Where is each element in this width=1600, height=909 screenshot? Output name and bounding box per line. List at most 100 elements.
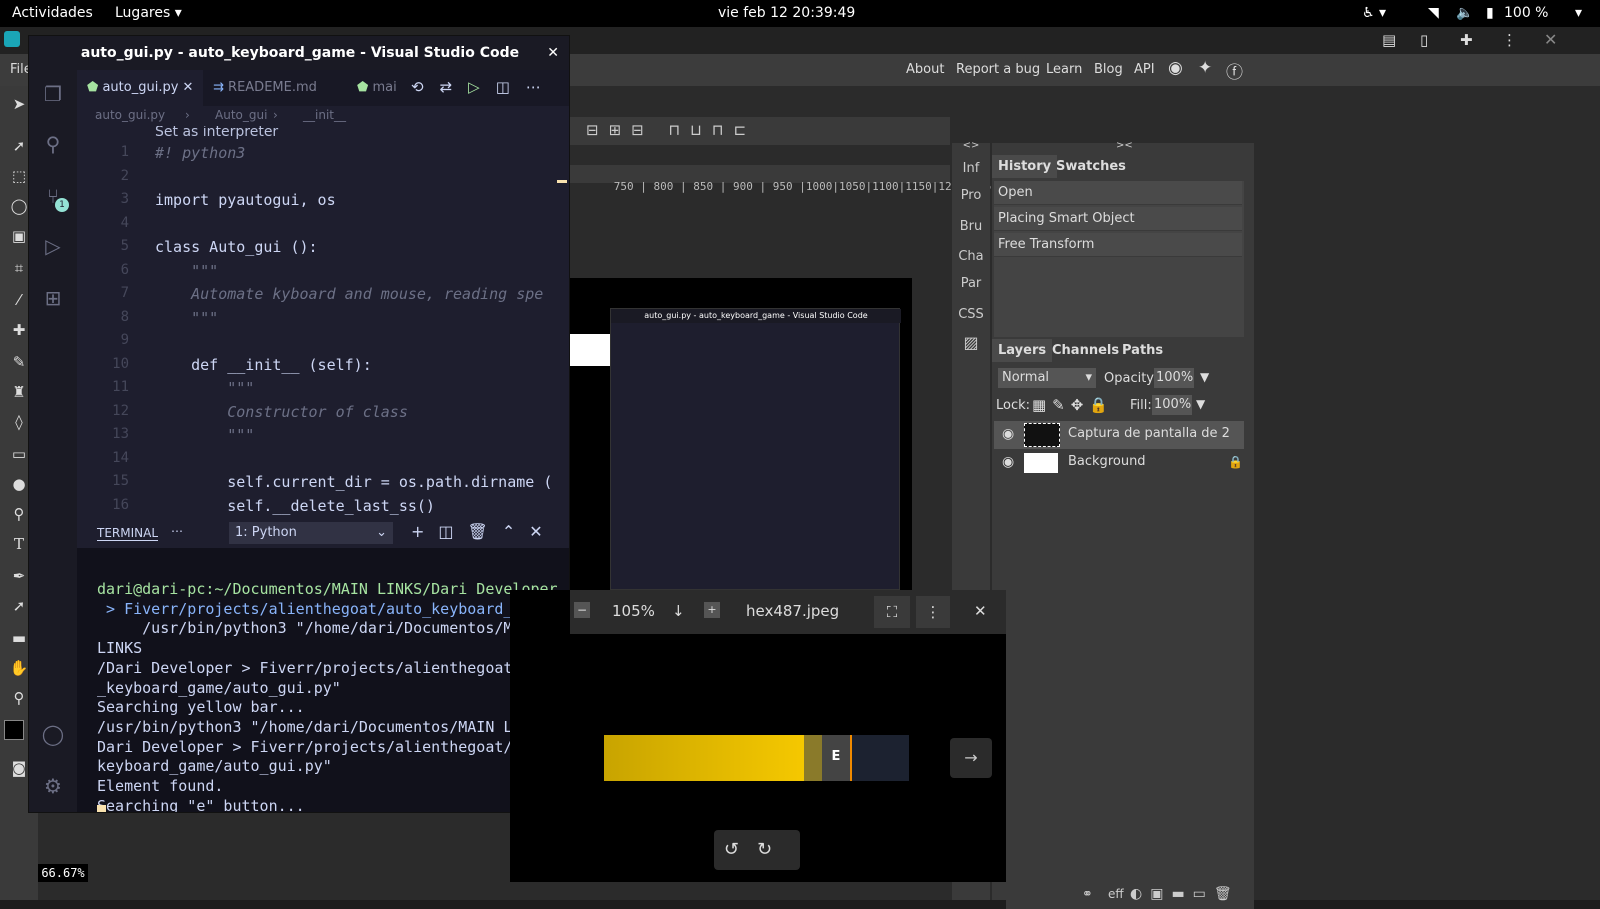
history-item[interactable]: Open <box>994 181 1242 205</box>
breadcrumb-class[interactable]: Auto_gui <box>215 108 267 122</box>
link-learn[interactable]: Learn <box>1046 62 1082 77</box>
blend-mode-select[interactable]: Normal ▾ <box>998 368 1096 388</box>
run-icon[interactable]: ▷ <box>468 78 496 96</box>
quick-select-tool-icon[interactable]: ▣ <box>8 226 30 246</box>
lasso-tool-icon[interactable]: ◯ <box>8 196 30 216</box>
quick-mask-icon[interactable]: ◙ <box>8 758 30 778</box>
foreground-color-swatch[interactable] <box>4 720 24 740</box>
panel-brush[interactable]: Bru <box>952 219 990 234</box>
extension-icon[interactable]: ✚ <box>1460 31 1473 49</box>
tab-close-icon[interactable]: ✕ <box>183 80 194 95</box>
reddit-icon[interactable]: ◉ <box>1168 58 1183 78</box>
terminal[interactable]: dari@dari-pc:~/Documentos/MAIN LINKS/Dar… <box>77 548 569 812</box>
run-debug-icon[interactable]: ▷ <box>41 234 65 258</box>
menu-icon[interactable]: ⋮ <box>916 596 950 628</box>
dodge-tool-icon[interactable]: ⚲ <box>8 504 30 524</box>
facebook-icon[interactable]: ⓕ <box>1226 58 1243 83</box>
window-close-icon[interactable]: ✕ <box>547 36 559 70</box>
select-tool-icon[interactable]: ➚ <box>8 136 30 156</box>
battery-percent[interactable]: 100 % <box>1504 5 1548 21</box>
account-icon[interactable]: ◯ <box>41 722 65 746</box>
fullscreen-icon[interactable]: ⛶ <box>874 596 910 628</box>
panel-css[interactable]: CSS <box>952 307 990 322</box>
terminal-select[interactable]: 1: Python ⌄ <box>229 522 393 544</box>
effects-button[interactable]: eff <box>1108 887 1124 901</box>
codelens-hint[interactable]: Set as interpreter <box>155 126 278 140</box>
layer-row[interactable]: ◉ Background 🔒 <box>994 449 1244 477</box>
tab-readme[interactable]: ⇉ READEME.md <box>203 70 327 106</box>
activities-button[interactable]: Actividades <box>12 5 93 21</box>
close-icon[interactable]: ✕ <box>974 602 987 620</box>
eraser-tool-icon[interactable]: ◊ <box>8 412 30 432</box>
fill-input[interactable]: 100% <box>1152 395 1192 415</box>
search-icon[interactable]: ⚲ <box>41 132 65 156</box>
layer-row[interactable]: ◉ Captura de pantalla de 2 <box>994 421 1244 449</box>
tab-main[interactable]: ⬟ mai <box>347 70 407 106</box>
extensions-icon[interactable]: ⊞ <box>41 286 65 310</box>
accessibility-icon[interactable]: ♿ ▾ <box>1362 5 1386 21</box>
zoom-out-icon[interactable]: − <box>574 602 590 618</box>
zoom-in-icon[interactable]: + <box>704 602 720 618</box>
type-tool-icon[interactable]: T <box>8 534 30 554</box>
tab-history[interactable]: History <box>992 155 1058 178</box>
link-api[interactable]: API <box>1134 62 1155 77</box>
move-tool-icon[interactable]: ➤ <box>8 94 30 114</box>
places-menu[interactable]: Lugares ▾ <box>115 5 182 21</box>
lock-icons[interactable]: ▦✎✥🔒 <box>1032 396 1114 414</box>
panel-properties[interactable]: Pro <box>952 188 990 203</box>
link-report-bug[interactable]: Report a bug <box>956 62 1040 77</box>
pen-tool-icon[interactable]: ✒ <box>8 566 30 586</box>
panel-info[interactable]: Inf <box>952 161 990 176</box>
panel-paragraph[interactable]: Par <box>952 276 990 291</box>
panel-character[interactable]: Cha <box>952 249 990 264</box>
shape-tool-icon[interactable]: ▬ <box>8 628 30 648</box>
tab-swatches[interactable]: Swatches <box>1050 155 1132 178</box>
tab-channels[interactable]: Channels <box>1046 339 1125 362</box>
healing-tool-icon[interactable]: ✚ <box>8 320 30 340</box>
marquee-tool-icon[interactable]: ⬚ <box>8 166 30 186</box>
tab-auto-gui[interactable]: ⬟ auto_gui.py ✕ <box>77 70 204 106</box>
settings-gear-icon[interactable]: ⚙ <box>41 774 65 798</box>
system-menu-arrow[interactable]: ▾ <box>1575 5 1582 21</box>
image-panel-icon[interactable]: ▨ <box>952 333 990 352</box>
path-select-tool-icon[interactable]: ➚ <box>8 596 30 616</box>
code-editor[interactable]: Set as interpreter 1 #! python3 2 3 import p… <box>77 126 569 518</box>
breadcrumb-file[interactable]: auto_gui.py <box>95 108 165 122</box>
rotate-buttons[interactable]: ↺↻ <box>714 830 800 870</box>
blur-tool-icon[interactable]: ● <box>8 474 30 494</box>
twitter-icon[interactable]: ✦ <box>1198 58 1212 78</box>
editor-action-icons[interactable]: ⟲⇄▷◫⋯ <box>411 78 557 96</box>
eye-icon[interactable]: ◉ <box>1002 426 1014 442</box>
gradient-tool-icon[interactable]: ▭ <box>8 444 30 464</box>
tab-layers[interactable]: Layers <box>992 339 1053 362</box>
terminal-action-icons[interactable]: +◫🗑⌃✕ <box>411 522 557 541</box>
zoom-tool-icon[interactable]: ⚲ <box>8 688 30 708</box>
tab-paths[interactable]: Paths <box>1116 339 1169 362</box>
window-close-icon[interactable]: ✕ <box>1544 30 1557 49</box>
hand-tool-icon[interactable]: ✋ <box>8 658 30 678</box>
panel-collapse-icon[interactable]: >< <box>1116 140 1133 151</box>
more-icon[interactable]: ⋯ <box>171 524 183 538</box>
clock[interactable]: vie feb 12 20:39:49 <box>718 5 855 21</box>
link-about[interactable]: About <box>906 62 944 77</box>
next-image-button[interactable]: → <box>950 738 992 778</box>
align-icons[interactable]: ⊟⊞⊟ ⊓⊔⊓⊏ <box>586 121 756 139</box>
zoom-dropdown-icon[interactable]: ↓ <box>672 602 685 620</box>
explorer-icon[interactable]: ❐ <box>41 82 65 106</box>
page-icon[interactable]: ▯ <box>1420 31 1428 49</box>
zoom-level[interactable]: 105% <box>612 602 655 620</box>
more-vert-icon[interactable]: ⋮ <box>1502 31 1517 49</box>
clipboard-icon[interactable]: ▤ <box>1382 31 1396 49</box>
brush-tool-icon[interactable]: ✎ <box>8 352 30 372</box>
eye-icon[interactable]: ◉ <box>1002 454 1014 470</box>
stamp-tool-icon[interactable]: ♜ <box>8 382 30 402</box>
link-blog[interactable]: Blog <box>1094 62 1123 77</box>
crop-tool-icon[interactable]: ⌗ <box>8 258 30 278</box>
opacity-dropdown-icon[interactable]: ▼ <box>1200 370 1209 384</box>
breadcrumb-method[interactable]: __init__ <box>303 108 346 122</box>
fill-dropdown-icon[interactable]: ▼ <box>1196 397 1205 411</box>
tab-terminal[interactable]: TERMINAL <box>97 526 159 541</box>
panel-expand-icon[interactable]: <> <box>952 140 990 151</box>
eyedropper-tool-icon[interactable]: ⁄ <box>8 290 30 310</box>
history-item[interactable]: Free Transform <box>994 233 1242 257</box>
